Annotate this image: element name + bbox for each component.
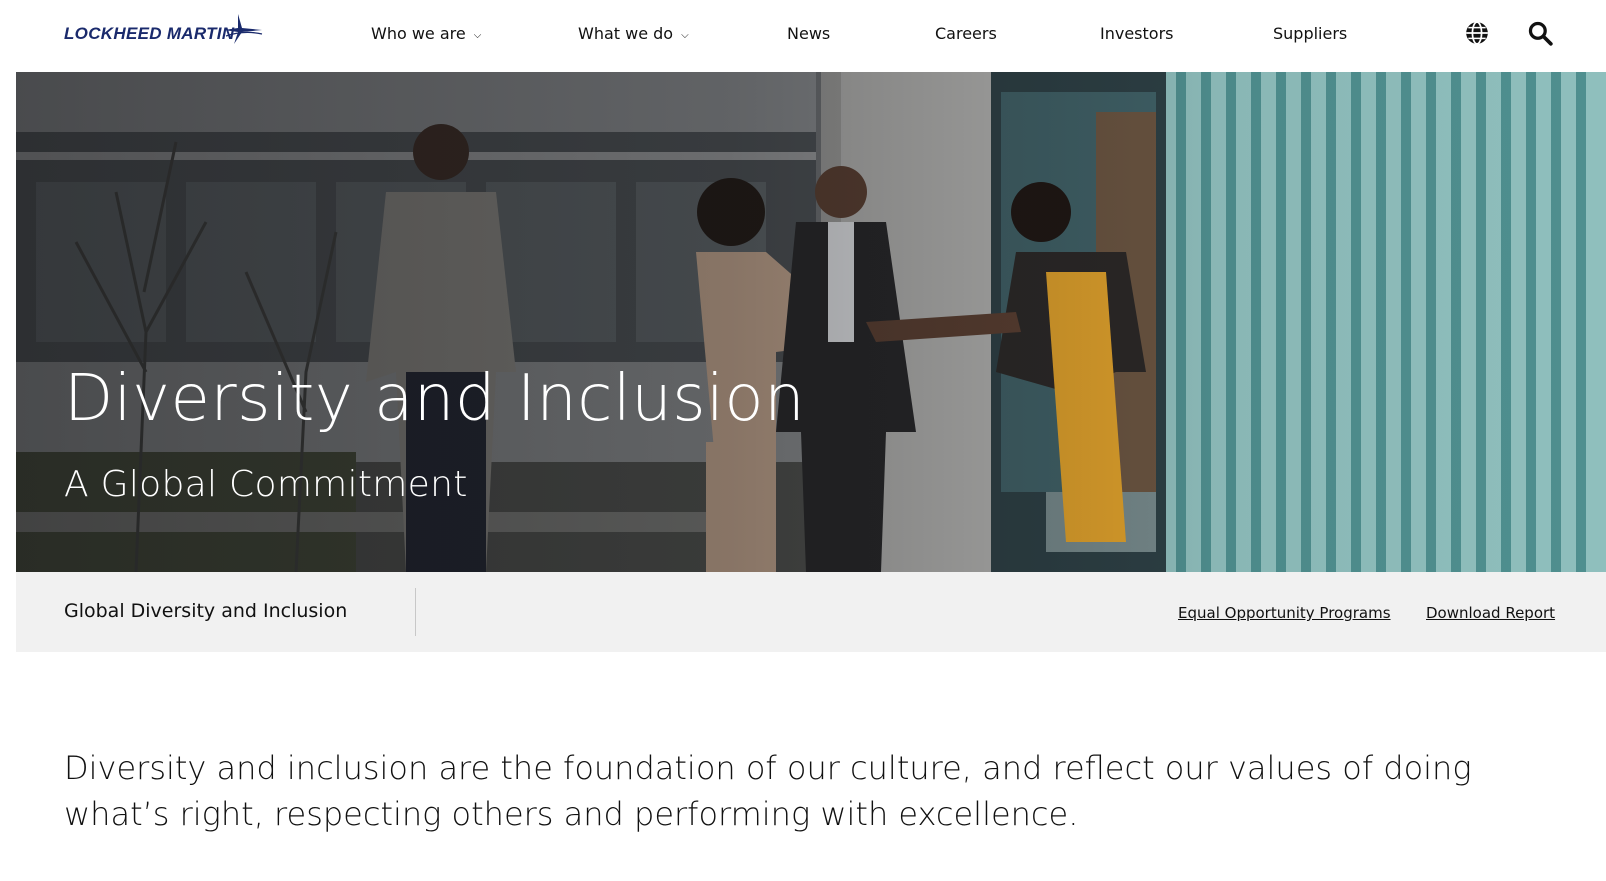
- nav-suppliers[interactable]: Suppliers: [1273, 22, 1347, 46]
- nav-what-we-do[interactable]: What we do ⌵: [578, 22, 689, 46]
- nav-who-we-are[interactable]: Who we are ⌵: [371, 22, 481, 46]
- nav-who-we-are-label: Who we are: [371, 24, 466, 43]
- subnav-title: Global Diversity and Inclusion: [64, 600, 348, 622]
- subnav-divider: [415, 588, 416, 636]
- nav-news-label: News: [787, 24, 831, 43]
- section-subnav: Global Diversity and Inclusion Equal Opp…: [16, 572, 1606, 652]
- site-header: LOCKHEED MARTIN Who we are ⌵ What we do ⌵ …: [0, 0, 1606, 72]
- intro-statement: Diversity and inclusion are the foundati…: [64, 749, 1472, 833]
- hero-title: Diversity and Inclusion: [64, 362, 806, 436]
- nav-suppliers-label: Suppliers: [1273, 24, 1348, 43]
- logo-wordmark: LOCKHEED MARTIN: [64, 24, 235, 43]
- hero-banner: Diversity and Inclusion A Global Commitm…: [16, 72, 1606, 572]
- nav-what-we-do-label: What we do: [578, 24, 674, 43]
- nav-careers[interactable]: Careers: [935, 22, 997, 46]
- chevron-down-icon: ⌵: [681, 30, 689, 41]
- logo-star-icon: [224, 14, 263, 44]
- chevron-down-icon: ⌵: [473, 30, 482, 41]
- download-report-link[interactable]: Download Report: [1426, 604, 1555, 622]
- lockheed-martin-logo[interactable]: LOCKHEED MARTIN: [64, 12, 264, 46]
- search-icon[interactable]: [1527, 20, 1553, 46]
- nav-careers-label: Careers: [935, 24, 997, 43]
- hero-subtitle: A Global Commitment: [64, 464, 468, 505]
- nav-news[interactable]: News: [787, 22, 830, 46]
- nav-investors[interactable]: Investors: [1100, 22, 1173, 46]
- equal-opportunity-programs-link[interactable]: Equal Opportunity Programs: [1178, 604, 1391, 622]
- nav-investors-label: Investors: [1100, 24, 1174, 43]
- globe-icon[interactable]: [1464, 20, 1490, 46]
